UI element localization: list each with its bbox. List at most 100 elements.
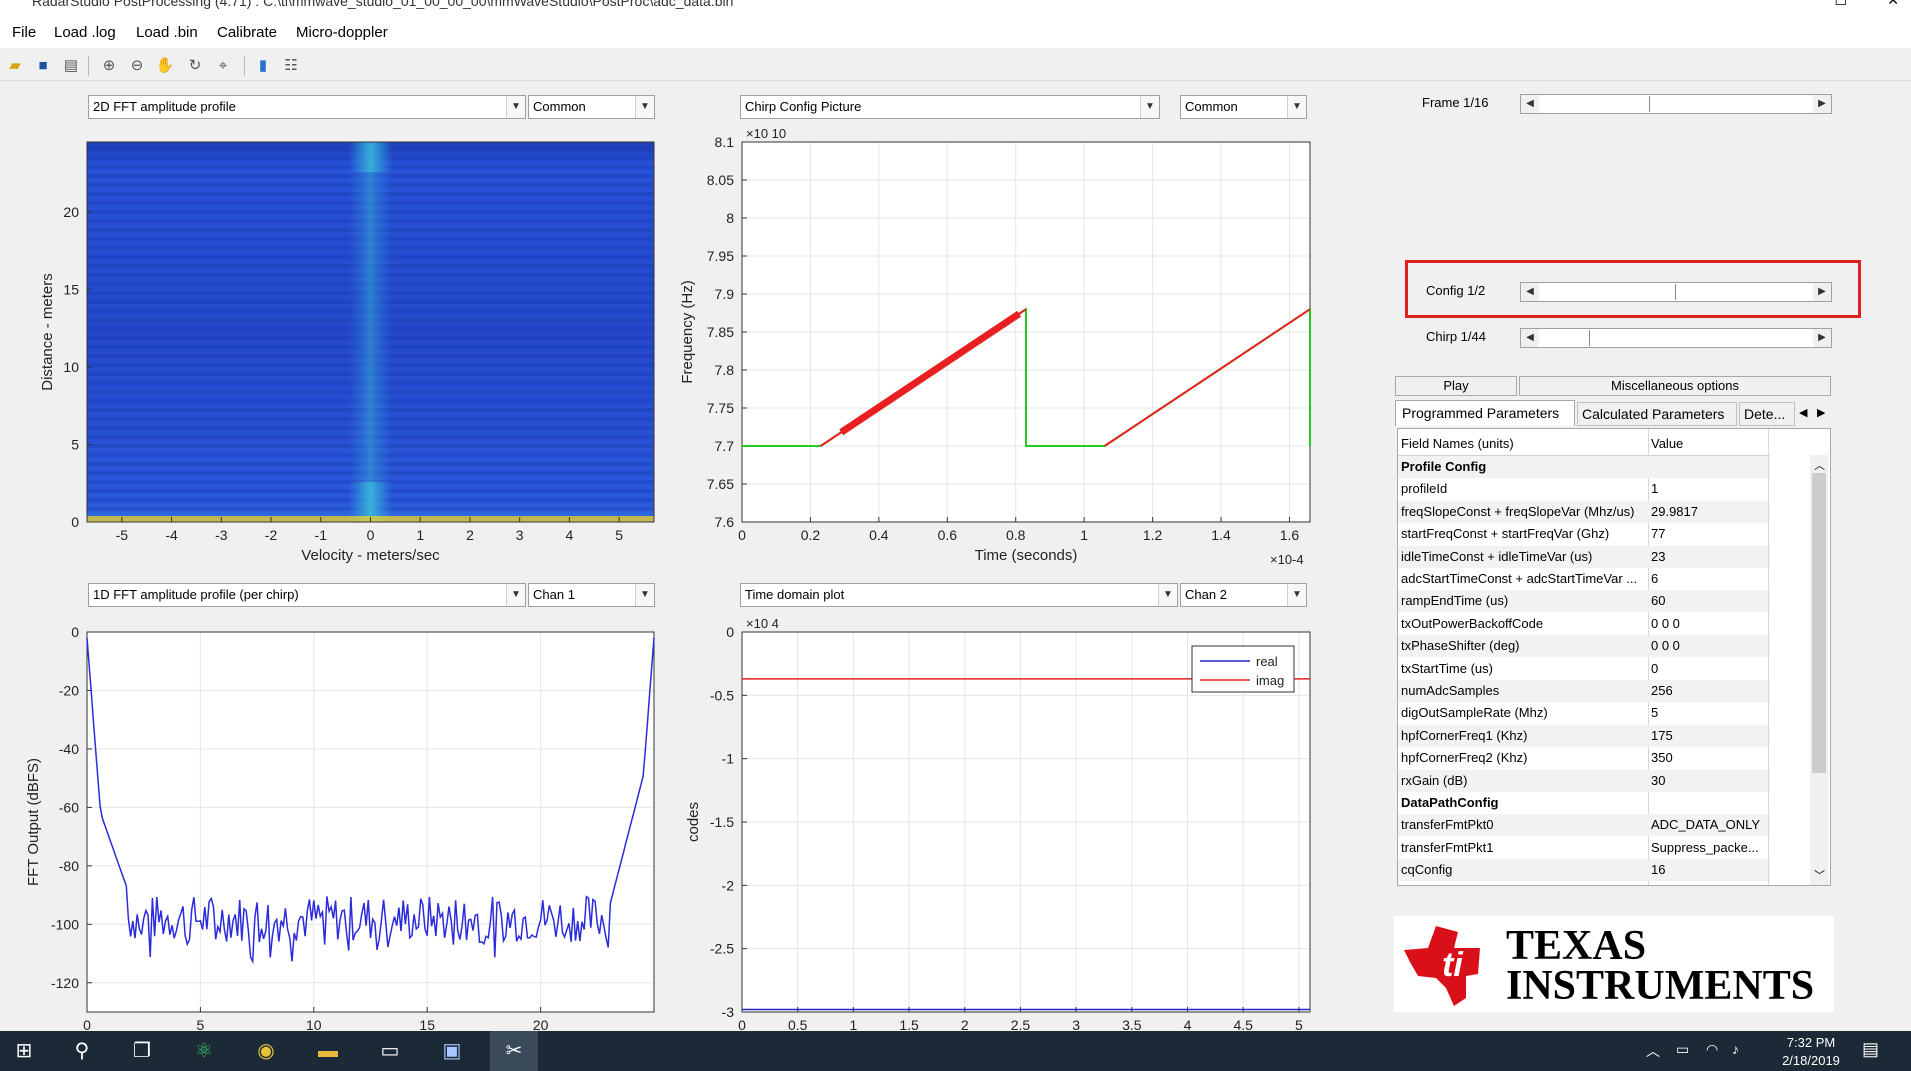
maximize-icon[interactable]: ☐ — [1834, 0, 1847, 9]
terminal-icon[interactable]: ▭ — [366, 1031, 414, 1071]
table-row[interactable]: rampEndTime (us) 60 — [1398, 590, 1770, 613]
plot1-type-select[interactable]: 2D FFT amplitude profile ▼ — [88, 95, 526, 119]
table-row[interactable]: txOutPowerBackoffCode 0 0 0 — [1398, 613, 1770, 635]
value-cell: 350 — [1651, 750, 1673, 766]
slider-thumb[interactable] — [1675, 284, 1676, 300]
open-icon[interactable]: ▰ — [4, 56, 26, 76]
chevron-down-icon[interactable]: ▼ — [506, 584, 525, 606]
zoom-in-icon[interactable]: ⊕ — [98, 56, 120, 76]
close-icon[interactable]: ✕ — [1887, 0, 1899, 9]
table-row[interactable]: profileId 1 — [1398, 478, 1770, 500]
plot2-option-select[interactable]: Common ▼ — [1180, 95, 1307, 119]
table-row[interactable]: Profile Config — [1398, 456, 1770, 478]
windows-start-icon[interactable]: ⊞ — [0, 1031, 48, 1071]
zero-doppler-top — [348, 142, 393, 172]
slider-thumb[interactable] — [1589, 330, 1590, 346]
clock-time[interactable]: 7:32 PM — [1776, 1035, 1846, 1050]
app-window-icon[interactable]: ▣ — [428, 1031, 476, 1071]
clock-date[interactable]: 2/18/2019 — [1768, 1053, 1854, 1068]
table-row[interactable]: rxGain (dB) 30 — [1398, 769, 1770, 792]
table-row[interactable]: digOutSampleRate (Mhz) 5 — [1398, 702, 1770, 724]
menu-calibrate[interactable]: Calibrate — [217, 24, 277, 41]
table-row[interactable]: adcStartTimeConst + adcStartTimeVar ... 6 — [1398, 568, 1770, 590]
chevron-down-icon[interactable]: ▼ — [1287, 584, 1306, 606]
tab-scroll-left-icon[interactable]: ◀ — [1799, 406, 1807, 419]
plot3-option-value: Chan 1 — [533, 587, 575, 602]
header-value: Value — [1651, 436, 1684, 451]
plot3-option-select[interactable]: Chan 1 ▼ — [528, 583, 655, 607]
play-button[interactable]: Play — [1395, 376, 1517, 396]
wifi-icon[interactable]: ◠ — [1706, 1041, 1718, 1058]
chevron-down-icon[interactable]: ▼ — [635, 584, 654, 606]
battery-icon[interactable]: ▭ — [1676, 1041, 1689, 1058]
file-explorer-icon[interactable]: ▬ — [304, 1031, 352, 1071]
value-cell: 5 — [1651, 705, 1659, 721]
plot1-option-select[interactable]: Common ▼ — [528, 95, 655, 119]
table-row[interactable]: startFreqConst + startFreqVar (Ghz) 77 — [1398, 523, 1770, 545]
table-row[interactable]: hpfCornerFreq2 (Khz) 350 — [1398, 747, 1770, 769]
app-atom-icon[interactable]: ⚛ — [180, 1031, 228, 1071]
chevron-down-icon[interactable]: ▼ — [635, 96, 654, 118]
tab-calculated-parameters[interactable]: Calculated Parameters — [1577, 402, 1737, 426]
chrome-icon[interactable]: ◉ — [242, 1031, 290, 1071]
table-scrollbar[interactable]: ︿ ﹀ — [1810, 455, 1828, 885]
notifications-icon[interactable]: ▤ — [1862, 1039, 1879, 1060]
frame-slider[interactable]: ◀ ▶ — [1520, 94, 1832, 114]
save-icon[interactable]: ■ — [32, 56, 54, 76]
slider-right-icon[interactable]: ▶ — [1813, 95, 1831, 113]
menu-file[interactable]: File — [12, 24, 36, 41]
menu-micro-doppler[interactable]: Micro-doppler — [296, 24, 388, 41]
table-row[interactable]: numAdcSamples 256 — [1398, 680, 1770, 702]
volume-icon[interactable]: ♪ — [1732, 1041, 1739, 1057]
rotate-icon[interactable]: ↻ — [184, 56, 206, 76]
config-slider[interactable]: ◀ ▶ — [1520, 282, 1832, 302]
plot2-type-select[interactable]: Chirp Config Picture ▼ — [740, 95, 1160, 119]
slider-right-icon[interactable]: ▶ — [1813, 329, 1831, 347]
chevron-down-icon[interactable]: ▼ — [1158, 584, 1177, 606]
table-row[interactable]: transferFmtPkt1 Suppress_packe... — [1398, 837, 1770, 859]
plot4-type-select[interactable]: Time domain plot ▼ — [740, 583, 1178, 607]
tray-chevron-up-icon[interactable]: ︿ — [1646, 1041, 1660, 1061]
chevron-down-icon[interactable]: ▼ — [506, 96, 525, 118]
table-row[interactable]: freqSlopeConst + freqSlopeVar (Mhz/us) 29… — [1398, 500, 1770, 523]
scroll-down-icon[interactable]: ﹀ — [1814, 867, 1825, 883]
table-row[interactable]: hpfCornerFreq1 (Khz) 175 — [1398, 724, 1770, 747]
tab-scroll-right-icon[interactable]: ▶ — [1817, 406, 1825, 419]
legend-icon[interactable]: ☷ — [280, 56, 302, 76]
menu-load-log[interactable]: Load .log — [54, 24, 116, 41]
chirp-slider[interactable]: ◀ ▶ — [1520, 328, 1832, 348]
y-tick-label: 7.65 — [707, 476, 734, 492]
zoom-out-icon[interactable]: ⊖ — [126, 56, 148, 76]
slider-thumb[interactable] — [1649, 96, 1650, 112]
y-tick-label: 7.7 — [715, 438, 735, 454]
slider-left-icon[interactable]: ◀ — [1521, 283, 1539, 301]
task-view-icon[interactable]: ❐ — [118, 1031, 166, 1071]
table-row[interactable]: DataPathConfig — [1398, 792, 1770, 814]
slider-right-icon[interactable]: ▶ — [1813, 283, 1831, 301]
table-row[interactable]: transferFmtPkt0 ADC_DATA_ONLY — [1398, 814, 1770, 837]
tab-detection[interactable]: Dete... — [1739, 402, 1795, 426]
table-row[interactable]: cqConfig 16 — [1398, 859, 1770, 882]
table-row[interactable]: txStartTime (us) 0 — [1398, 658, 1770, 680]
slider-left-icon[interactable]: ◀ — [1521, 329, 1539, 347]
misc-options-button[interactable]: Miscellaneous options — [1519, 376, 1831, 396]
menu-load-bin[interactable]: Load .bin — [136, 24, 198, 41]
scrollbar-thumb[interactable] — [1812, 473, 1826, 773]
radarstudio-app-icon[interactable]: ✂ — [490, 1031, 538, 1071]
y-tick-label: -60 — [59, 799, 79, 815]
table-row[interactable]: idleTimeConst + idleTimeVar (us) 23 — [1398, 545, 1770, 568]
search-icon[interactable]: ⚲ — [58, 1031, 106, 1071]
chevron-down-icon[interactable]: ▼ — [1140, 96, 1159, 118]
table-edge — [1768, 429, 1769, 885]
plot3-type-select[interactable]: 1D FFT amplitude profile (per chirp) ▼ — [88, 583, 526, 607]
pan-icon[interactable]: ✋ — [154, 56, 176, 76]
print-icon[interactable]: ▤ — [60, 56, 82, 76]
datacursor-icon[interactable]: ⌖ — [212, 56, 234, 76]
table-row[interactable]: txPhaseShifter (deg) 0 0 0 — [1398, 635, 1770, 658]
slider-left-icon[interactable]: ◀ — [1521, 95, 1539, 113]
plot4-option-select[interactable]: Chan 2 ▼ — [1180, 583, 1307, 607]
chevron-down-icon[interactable]: ▼ — [1287, 96, 1306, 118]
tab-programmed-parameters[interactable]: Programmed Parameters — [1395, 400, 1575, 426]
scroll-up-icon[interactable]: ︿ — [1814, 457, 1825, 473]
colorbar-icon[interactable]: ▮ — [252, 56, 274, 76]
